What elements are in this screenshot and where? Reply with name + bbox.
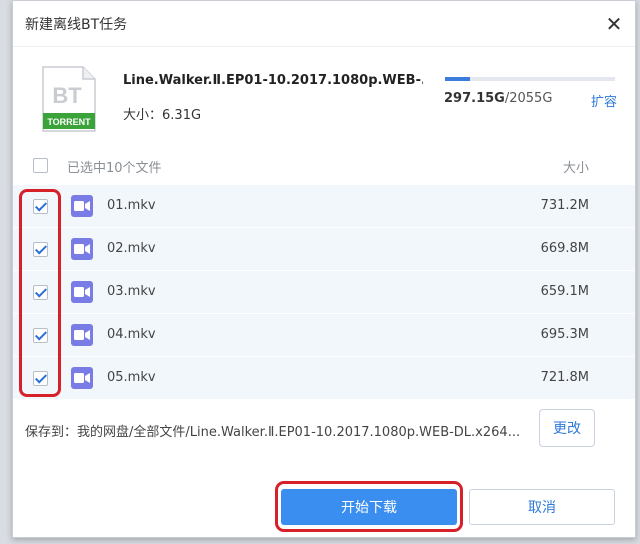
file-row[interactable]: 04.mkv 695.3M [13, 314, 635, 357]
torrent-size-value: 6.31G [162, 108, 202, 123]
file-checkbox[interactable] [33, 199, 48, 214]
start-download-button[interactable]: 开始下载 [281, 489, 457, 525]
torrent-size-label: 大小： [123, 108, 163, 123]
cancel-button[interactable]: 取消 [469, 489, 615, 525]
file-row[interactable]: 01.mkv 731.2M [13, 185, 635, 228]
save-to-path: 我的网盘/全部文件/Line.Walker.Ⅱ.EP01-10.2017.108… [77, 425, 521, 440]
file-row[interactable]: 03.mkv 659.1M [13, 271, 635, 314]
save-to-label: 保存到： [25, 425, 78, 440]
storage-used: 297.15G [444, 91, 505, 106]
storage-quota-text: 297.15G/2055G [444, 91, 552, 106]
file-size: 731.2M [540, 198, 589, 213]
bt-task-dialog: 新建离线BT任务 ✕ BT TORRENT Line.Walker.Ⅱ.EP01… [12, 0, 636, 538]
file-size: 659.1M [540, 284, 589, 299]
file-name: 03.mkv [107, 284, 156, 299]
video-file-icon [71, 238, 93, 260]
file-size: 695.3M [540, 327, 589, 342]
torrent-filename: Line.Walker.Ⅱ.EP01-10.2017.1080p.WEB-... [123, 73, 423, 88]
file-size: 721.8M [540, 370, 589, 385]
file-list: 01.mkv 731.2M 02.mkv 669.8M 03.mkv 659.1M 04.m… [13, 185, 635, 400]
expand-storage-link[interactable]: 扩容 [591, 91, 617, 110]
video-file-icon [71, 367, 93, 389]
video-file-icon [71, 324, 93, 346]
file-size: 669.8M [540, 241, 589, 256]
file-name: 05.mkv [107, 370, 156, 385]
select-all-checkbox[interactable] [33, 158, 48, 173]
file-row[interactable]: 02.mkv 669.8M [13, 228, 635, 271]
torrent-size: 大小：6.31G [123, 104, 201, 123]
torrent-summary: BT TORRENT Line.Walker.Ⅱ.EP01-10.2017.10… [13, 47, 635, 141]
save-location: 保存到：我的网盘/全部文件/Line.Walker.Ⅱ.EP01-10.2017… [25, 421, 520, 440]
video-file-icon [71, 195, 93, 217]
size-column-header: 大小 [562, 161, 589, 176]
file-list-header: 已选中10个文件 大小 [13, 151, 635, 181]
close-icon[interactable]: ✕ [603, 13, 625, 35]
file-row[interactable]: 05.mkv 721.8M [13, 357, 635, 400]
change-location-button[interactable]: 更改 [539, 409, 595, 447]
file-checkbox[interactable] [33, 371, 48, 386]
svg-text:BT: BT [52, 83, 82, 108]
storage-quota-fill [445, 77, 470, 81]
file-checkbox[interactable] [33, 242, 48, 257]
storage-total: 2055G [509, 91, 553, 106]
file-name: 04.mkv [107, 327, 156, 342]
storage-quota-bar [445, 77, 615, 81]
svg-text:TORRENT: TORRENT [47, 117, 91, 127]
dialog-titlebar: 新建离线BT任务 ✕ [13, 1, 635, 47]
selected-count-label: 已选中10个文件 [67, 161, 162, 176]
file-name: 01.mkv [107, 198, 156, 213]
torrent-file-icon: BT TORRENT [42, 66, 96, 132]
file-name: 02.mkv [107, 241, 156, 256]
file-checkbox[interactable] [33, 285, 48, 300]
dialog-title: 新建离线BT任务 [25, 16, 128, 33]
video-file-icon [71, 281, 93, 303]
file-checkbox[interactable] [33, 328, 48, 343]
